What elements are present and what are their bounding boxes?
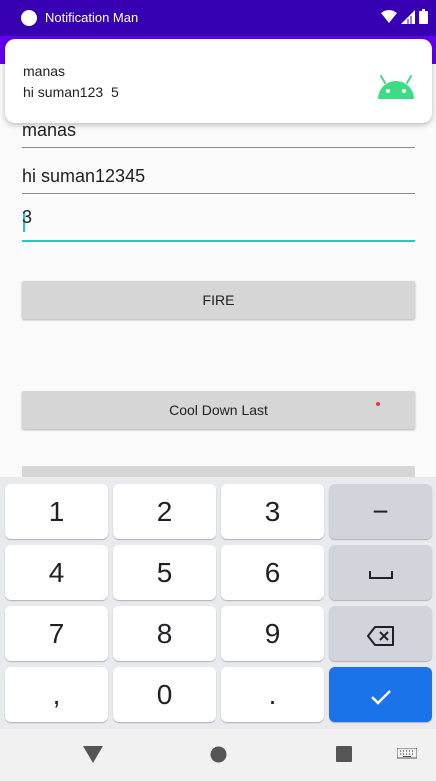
key-0[interactable]: 0 bbox=[113, 667, 216, 722]
heads-up-notification[interactable]: manas hi suman123 5 bbox=[5, 39, 432, 123]
wifi-icon bbox=[381, 9, 397, 23]
key-2[interactable]: 2 bbox=[113, 484, 216, 539]
title-input-value: manas bbox=[22, 120, 77, 140]
battery-icon bbox=[419, 9, 428, 24]
backspace-icon bbox=[366, 625, 394, 646]
navigation-bar bbox=[0, 729, 436, 781]
touch-indicator-dot bbox=[376, 402, 380, 406]
app-status-icon bbox=[21, 10, 37, 26]
message-input[interactable]: hi suman12345 bbox=[22, 154, 415, 194]
fire-button[interactable]: FIRE bbox=[22, 281, 415, 319]
key-backspace[interactable] bbox=[329, 606, 432, 661]
notification-title: manas bbox=[23, 63, 66, 79]
checkmark-icon bbox=[370, 689, 391, 705]
numeric-keyboard: 1 2 3 − 4 5 6 7 8 9 , 0 . bbox=[0, 477, 436, 729]
status-app-title: Notification Man bbox=[45, 10, 139, 25]
recents-icon[interactable] bbox=[336, 746, 352, 762]
status-bar: Notification Man bbox=[0, 0, 436, 36]
message-input-value: hi suman12345 bbox=[22, 166, 146, 186]
space-icon bbox=[368, 570, 393, 579]
key-comma[interactable]: , bbox=[5, 667, 108, 722]
cool-down-last-button[interactable]: Cool Down Last bbox=[22, 391, 415, 429]
key-6[interactable]: 6 bbox=[221, 545, 324, 600]
status-icons bbox=[381, 9, 428, 24]
android-robot-icon bbox=[378, 75, 414, 99]
key-period[interactable]: . bbox=[221, 667, 324, 722]
key-done[interactable] bbox=[329, 667, 432, 722]
number-input[interactable]: 3 bbox=[22, 202, 415, 242]
key-7[interactable]: 7 bbox=[5, 606, 108, 661]
home-icon[interactable] bbox=[210, 746, 227, 763]
keyboard-switch-icon[interactable] bbox=[397, 748, 417, 760]
number-input-value: 3 bbox=[22, 207, 33, 227]
key-1[interactable]: 1 bbox=[5, 484, 108, 539]
key-8[interactable]: 8 bbox=[113, 606, 216, 661]
key-space[interactable] bbox=[329, 545, 432, 600]
key-5[interactable]: 5 bbox=[113, 545, 216, 600]
key-4[interactable]: 4 bbox=[5, 545, 108, 600]
signal-icon bbox=[401, 9, 415, 24]
key-minus[interactable]: − bbox=[329, 484, 432, 539]
key-3[interactable]: 3 bbox=[221, 484, 324, 539]
back-icon[interactable] bbox=[83, 746, 103, 763]
key-9[interactable]: 9 bbox=[221, 606, 324, 661]
notification-text: hi suman123 5 bbox=[23, 84, 119, 100]
